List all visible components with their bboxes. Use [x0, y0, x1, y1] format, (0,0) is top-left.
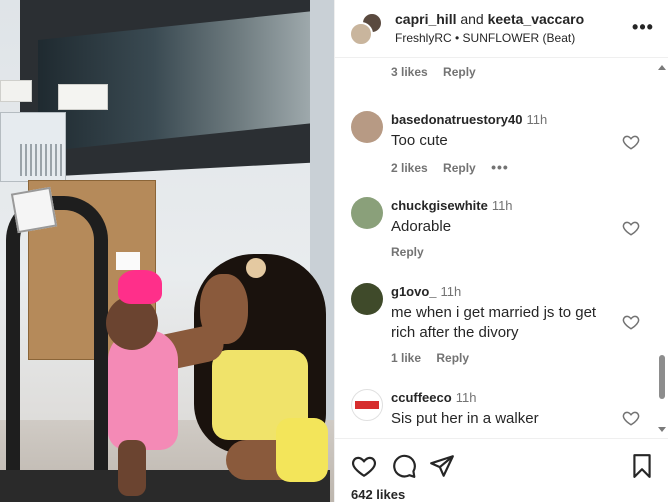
comment-icon[interactable]	[391, 453, 417, 479]
comment-text: Adorable	[391, 218, 452, 235]
comments-list[interactable]: 3 likes Reply basedonatruestory40 11h Too…	[335, 59, 668, 437]
avatar[interactable]	[351, 111, 383, 143]
comment-options-icon[interactable]: •••	[491, 159, 509, 175]
comment-username[interactable]: ccuffeeco	[391, 390, 452, 405]
comment-time[interactable]: 11h	[441, 284, 462, 299]
brand-logo	[355, 401, 379, 409]
lamp	[0, 80, 32, 102]
post-panel: capri_hill and keeta_vaccaro FreshlyRC •…	[334, 0, 668, 502]
comment-meta: 3 likes Reply	[391, 65, 617, 79]
baby-head	[106, 296, 158, 350]
heart-icon[interactable]	[351, 453, 377, 479]
author-username[interactable]: keeta_vaccaro	[488, 11, 585, 27]
box-label	[116, 252, 140, 270]
avatar[interactable]	[349, 22, 373, 46]
author-line: capri_hill and keeta_vaccaro	[395, 11, 584, 27]
heart-icon[interactable]	[622, 219, 640, 237]
comment-body: ccuffeeco 11h Sis put her in a walker	[391, 389, 617, 429]
share-icon[interactable]	[429, 453, 455, 479]
avatar[interactable]	[351, 283, 383, 315]
reply-button[interactable]: Reply	[436, 351, 469, 365]
avatar[interactable]	[351, 389, 383, 421]
comment-body: g1ovo_ 11h me when i get married js to ge…	[391, 283, 617, 365]
comment-username[interactable]: g1ovo_	[391, 284, 437, 299]
more-options-icon[interactable]: •••	[631, 16, 655, 40]
likes-count[interactable]: 642 likes	[351, 487, 405, 502]
baby-leg	[118, 440, 146, 496]
comment-body: chuckgisewhite 11h Adorable Reply	[391, 197, 617, 259]
treadmill-handle	[6, 196, 108, 496]
reply-button[interactable]: Reply	[443, 161, 476, 175]
bookmark-icon[interactable]	[629, 453, 655, 479]
heart-icon[interactable]	[622, 409, 640, 427]
author-avatars[interactable]	[349, 12, 383, 46]
audio-link[interactable]: FreshlyRC • SUNFLOWER (Beat)	[395, 31, 575, 45]
air-conditioner-grill	[20, 144, 62, 176]
comment-text: Sis put her in a walker	[391, 410, 539, 427]
comment-time[interactable]: 11h	[527, 112, 548, 127]
comment-body: 3 likes Reply	[391, 59, 617, 79]
comment-meta: 2 likes Reply •••	[391, 159, 617, 175]
lamp	[58, 84, 108, 110]
woman-shorts	[276, 418, 328, 482]
comment-text: me when i get married js to get rich aft…	[391, 304, 597, 341]
comment-likes[interactable]: 2 likes	[391, 161, 428, 175]
hair-clip	[246, 258, 266, 278]
comment-username[interactable]: chuckgisewhite	[391, 198, 488, 213]
baby-outfit	[108, 330, 178, 450]
comment-meta: Reply	[391, 245, 617, 259]
reply-button[interactable]: Reply	[391, 245, 424, 259]
scroll-up-icon[interactable]	[658, 65, 666, 70]
heart-icon[interactable]	[622, 133, 640, 151]
comment-text: Too cute	[391, 132, 448, 149]
post-header: capri_hill and keeta_vaccaro FreshlyRC •…	[335, 0, 668, 58]
author-joiner: and	[460, 11, 484, 27]
pink-bow	[118, 270, 162, 304]
heart-icon[interactable]	[622, 313, 640, 331]
comment-time[interactable]: 11h	[456, 390, 477, 405]
comment-likes[interactable]: 3 likes	[391, 65, 428, 79]
scroll-thumb[interactable]	[659, 355, 665, 399]
post-actions: 642 likes	[335, 438, 668, 502]
comment-meta: 1 like Reply	[391, 351, 617, 365]
comment-username[interactable]: basedonatruestory40	[391, 112, 523, 127]
scrollbar[interactable]	[655, 59, 668, 437]
avatar[interactable]	[351, 197, 383, 229]
comment-time[interactable]: 11h	[492, 198, 513, 213]
comment-likes[interactable]: 1 like	[391, 351, 421, 365]
author-username[interactable]: capri_hill	[395, 11, 456, 27]
reply-button[interactable]: Reply	[443, 65, 476, 79]
comment-body: basedonatruestory40 11h Too cute 2 likes …	[391, 111, 617, 175]
treadmill-display	[10, 186, 58, 234]
scroll-down-icon[interactable]	[658, 427, 666, 432]
post-photo[interactable]	[0, 0, 334, 502]
